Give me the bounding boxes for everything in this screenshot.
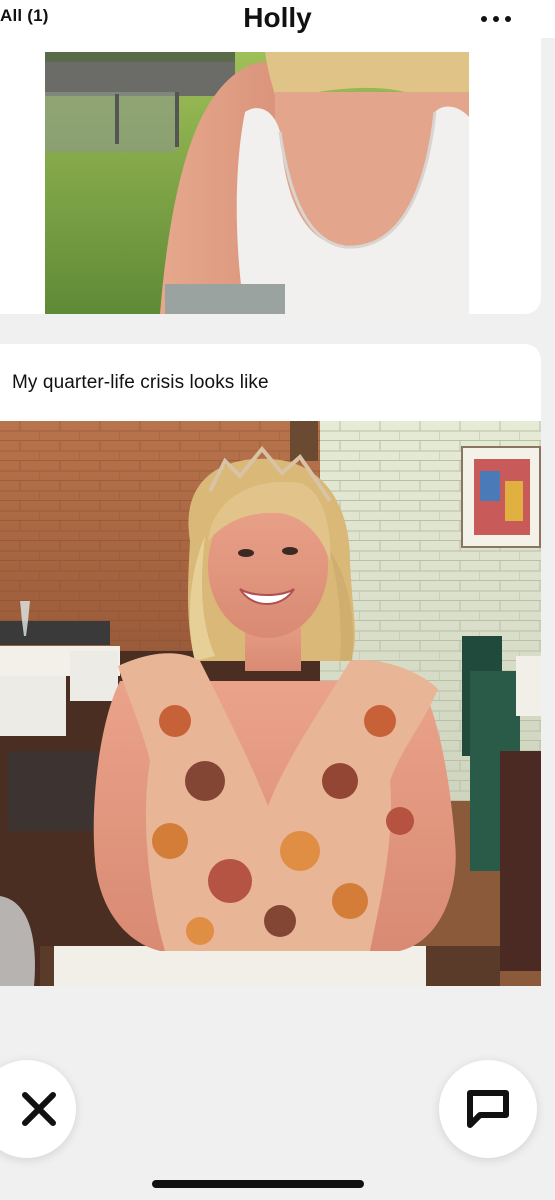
photo-1-illustration: [45, 52, 469, 314]
top-bar: All (1) Holly: [0, 0, 555, 38]
skip-button[interactable]: [0, 1060, 76, 1158]
home-indicator[interactable]: [152, 1180, 364, 1188]
profile-photo-1[interactable]: [45, 52, 469, 314]
more-dot: [493, 16, 499, 22]
photo-2-illustration: [0, 421, 541, 986]
more-dot: [505, 16, 511, 22]
speech-bubble-icon: [467, 1090, 509, 1128]
more-dot: [481, 16, 487, 22]
profile-screen: All (1) Holly My quarter-life crisis loo…: [0, 0, 555, 1200]
profile-name-title: Holly: [243, 2, 312, 33]
more-options-icon[interactable]: [481, 10, 511, 28]
profile-photo-2[interactable]: [0, 421, 541, 986]
reply-button[interactable]: [439, 1060, 537, 1158]
close-x-icon: [22, 1092, 56, 1126]
prompt-question: My quarter-life crisis looks like: [12, 372, 269, 393]
